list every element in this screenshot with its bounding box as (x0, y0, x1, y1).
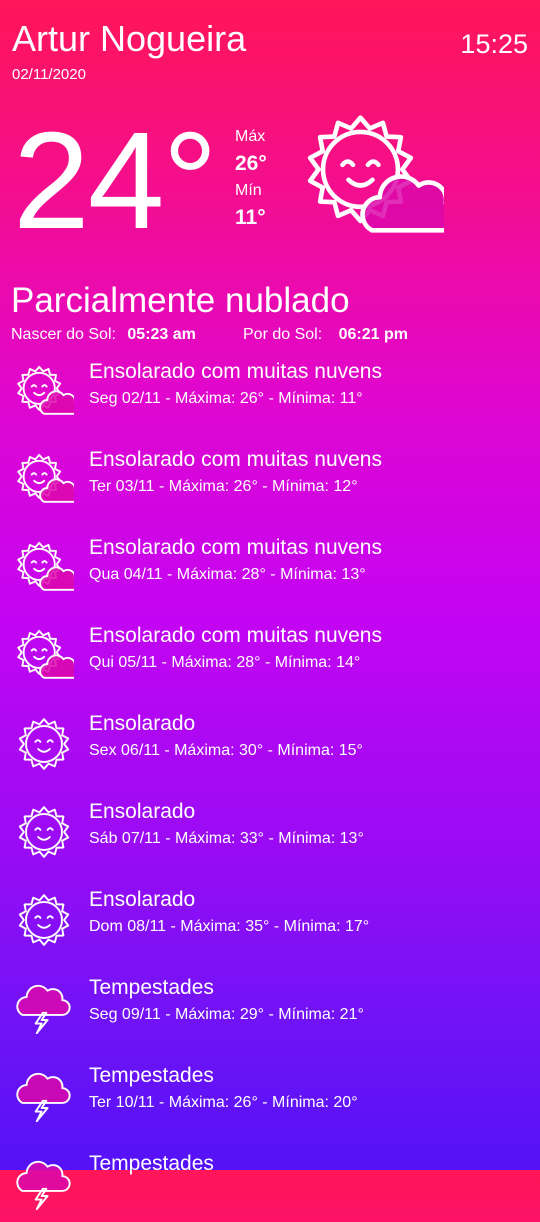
forecast-item[interactable]: Tempestades Ter 10/11 - Máxima: 26° - Mín… (0, 1064, 540, 1134)
forecast-detail: Ter 10/11 - Máxima: 26° - Mínima: 20° (89, 1094, 358, 1111)
sun-cloud-icon (14, 538, 82, 598)
forecast-item[interactable]: Ensolarado com muitas nuvens Ter 03/11 - … (0, 448, 540, 518)
forecast-title: Ensolarado (89, 712, 196, 735)
forecast-title: Tempestades (89, 976, 214, 999)
storm-icon (14, 978, 74, 1038)
max-value: 26° (235, 152, 267, 175)
forecast-title: Ensolarado com muitas nuvens (89, 360, 382, 383)
min-value: 11° (235, 206, 266, 229)
forecast-title: Ensolarado (89, 888, 196, 911)
sunset-label: Por do Sol: (243, 326, 323, 343)
clock: 15:25 (460, 29, 528, 59)
city-name: Artur Nogueira (12, 18, 247, 59)
forecast-detail: Sáb 07/11 - Máxima: 33° - Mínima: 13° (89, 830, 364, 847)
forecast-item[interactable]: Ensolarado com muitas nuvens Qua 04/11 - … (0, 536, 540, 606)
storm-icon (14, 1154, 74, 1214)
sun-icon (14, 714, 74, 774)
forecast-item[interactable]: Ensolarado Sex 06/11 - Máxima: 30° - Míni… (0, 712, 540, 782)
sun-cloud-icon (14, 362, 82, 422)
sunrise: Nascer do Sol: 05:23 am (11, 326, 196, 344)
forecast-detail: Seg 09/11 - Máxima: 29° - Mínima: 21° (89, 1006, 364, 1023)
forecast-detail: Sex 06/11 - Máxima: 30° - Mínima: 15° (89, 742, 363, 759)
sunrise-time: 05:23 am (127, 326, 196, 343)
forecast-title: Ensolarado com muitas nuvens (89, 448, 382, 471)
current-condition: Parcialmente nublado (11, 281, 350, 320)
forecast-item[interactable]: Ensolarado Dom 08/11 - Máxima: 35° - Míni… (0, 888, 540, 958)
forecast-detail: Ter 03/11 - Máxima: 26° - Mínima: 12° (89, 478, 358, 495)
sun-icon (14, 890, 74, 950)
sun-cloud-icon (14, 450, 82, 510)
forecast-item[interactable]: Ensolarado com muitas nuvens Seg 02/11 - … (0, 360, 540, 430)
sunset-time: 06:21 pm (338, 326, 408, 343)
forecast-detail: Qua 04/11 - Máxima: 28° - Mínima: 13° (89, 566, 366, 583)
forecast-item[interactable]: Tempestades (0, 1152, 540, 1222)
forecast-detail: Dom 08/11 - Máxima: 35° - Mínima: 17° (89, 918, 370, 935)
forecast-detail: Qui 05/11 - Máxima: 28° - Mínima: 14° (89, 654, 361, 671)
forecast-title: Ensolarado (89, 800, 196, 823)
forecast-detail: Seg 02/11 - Máxima: 26° - Mínima: 11° (89, 390, 363, 407)
forecast-title: Tempestades (89, 1152, 214, 1175)
forecast-title: Ensolarado com muitas nuvens (89, 536, 382, 559)
forecast-item[interactable]: Tempestades Seg 09/11 - Máxima: 29° - Mín… (0, 976, 540, 1046)
max-label: Máx (235, 128, 266, 145)
storm-icon (14, 1066, 74, 1126)
min-label: Mín (235, 182, 262, 199)
sun-icon (14, 802, 74, 862)
forecast-item[interactable]: Ensolarado Sáb 07/11 - Máxima: 33° - Míni… (0, 800, 540, 870)
forecast-item[interactable]: Ensolarado com muitas nuvens Qui 05/11 - … (0, 624, 540, 694)
forecast-title: Tempestades (89, 1064, 214, 1087)
sunrise-label: Nascer do Sol: (11, 326, 116, 343)
sunset: Por do Sol: 06:21 pm (243, 326, 408, 344)
sun-cloud-icon (14, 626, 82, 686)
current-temperature: 24° (13, 104, 218, 258)
sun-cloud-icon (300, 106, 462, 250)
forecast-title: Ensolarado com muitas nuvens (89, 624, 382, 647)
current-date: 02/11/2020 (12, 66, 86, 83)
